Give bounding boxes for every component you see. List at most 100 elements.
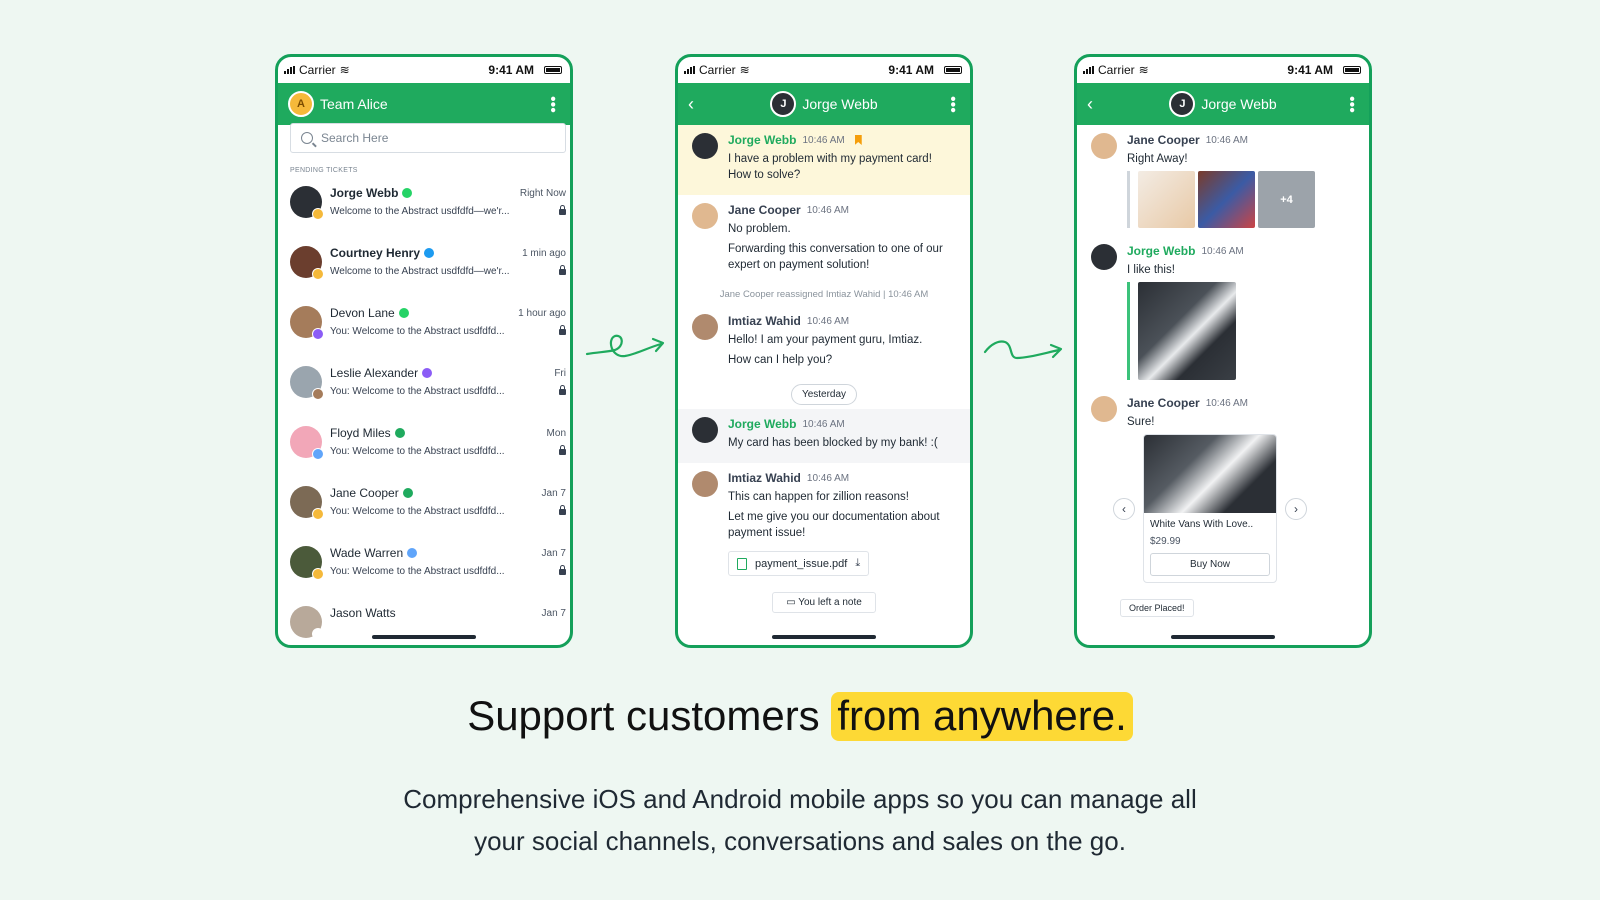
arrow-icon — [585, 334, 665, 358]
shared-image[interactable] — [1138, 282, 1236, 380]
avatar — [692, 314, 718, 340]
lock-icon — [559, 204, 566, 215]
channel-badge — [312, 448, 324, 460]
app-bar: ‹ J Jorge Webb ••• — [1077, 83, 1369, 125]
message-time: 10:46 AM — [1205, 397, 1248, 409]
conversation-preview: You: Welcome to the Abstract usdfdfd... — [330, 566, 505, 577]
signal-icon — [684, 66, 695, 74]
team-avatar[interactable]: A — [288, 91, 314, 117]
avatar — [290, 426, 324, 460]
avatar — [290, 546, 324, 580]
conversation-item[interactable]: Jane Cooper Jan 7 You: Welcome to the Abst… — [278, 480, 570, 540]
team-title[interactable]: Team Alice — [320, 96, 388, 112]
subtext: Comprehensive iOS and Android mobile app… — [403, 784, 1197, 856]
product-card[interactable]: White Vans With Love.. $29.99 Buy Now — [1143, 434, 1277, 583]
avatar — [1091, 133, 1117, 159]
contact-name[interactable]: Jorge Webb — [1201, 96, 1276, 112]
message-time: 10:46 AM — [1205, 134, 1248, 146]
chevron-right-icon[interactable]: › — [1285, 497, 1307, 520]
lock-icon — [559, 384, 566, 395]
conversation-item[interactable]: Jorge Webb Right Now Welcome to the Abstra… — [278, 180, 570, 240]
message[interactable]: Jane Cooper 10:46 AM No problem. Forwardi… — [678, 195, 970, 285]
more-icon[interactable]: ••• — [1343, 96, 1360, 113]
avatar — [692, 417, 718, 443]
avatar — [290, 246, 324, 280]
download-icon[interactable]: ⤓ — [855, 557, 860, 570]
message-time: 10:46 AM — [806, 472, 850, 484]
more-icon[interactable]: ••• — [544, 96, 561, 113]
message[interactable]: Imtiaz Wahid 10:46 AM Hello! I am your pa… — [678, 306, 970, 380]
more-images[interactable]: +4 — [1258, 171, 1315, 228]
product-image — [1144, 435, 1276, 513]
message-text: Right Away! — [1127, 153, 1188, 165]
channel-icon — [407, 548, 418, 558]
clock: 9:41 AM — [1287, 63, 1333, 77]
avatar — [1091, 244, 1117, 270]
search-placeholder: Search Here — [321, 131, 389, 145]
lock-icon — [559, 264, 566, 275]
buy-now-button[interactable]: Buy Now — [1150, 553, 1270, 576]
avatar — [290, 606, 324, 640]
contact-name: Floyd Miles — [330, 426, 391, 440]
contact-name[interactable]: Jorge Webb — [802, 96, 877, 112]
conversation-item[interactable]: Devon Lane 1 hour ago You: Welcome to the … — [278, 300, 570, 360]
conversation-preview: Welcome to the Abstract usdfdfd—we'r... — [330, 266, 510, 277]
search-input[interactable]: Search Here — [290, 123, 566, 153]
timestamp: Jan 7 — [541, 487, 566, 499]
more-icon[interactable]: ••• — [944, 96, 961, 113]
timestamp: Mon — [546, 427, 566, 439]
message[interactable]: Jorge Webb 10:46 AM I have a problem with… — [678, 125, 970, 195]
message[interactable]: Jane Cooper 10:46 AM Sure! ‹ White Vans W… — [1077, 388, 1369, 591]
clock: 9:41 AM — [488, 63, 534, 77]
order-placed-badge: Order Placed! — [1120, 599, 1194, 617]
image-thumbnail[interactable] — [1198, 171, 1255, 228]
message-text: I have a problem with my payment card! Ho… — [728, 153, 932, 181]
conversation-preview: You: Welcome to the Abstract usdfdfd... — [330, 506, 505, 517]
channel-badge — [312, 328, 324, 340]
carrier: Carrier — [299, 63, 336, 77]
message-text: This can happen for zillion reasons! — [728, 491, 909, 503]
sender-name: Jorge Webb — [1127, 244, 1196, 258]
message[interactable]: Jane Cooper 10:46 AM Right Away! +4 — [1077, 125, 1369, 236]
back-icon[interactable]: ‹ — [1087, 94, 1107, 115]
headline: Support customers from anywhere. — [0, 692, 1600, 741]
signal-icon — [284, 66, 295, 74]
message-text: Sure! — [1127, 416, 1155, 428]
contact-avatar[interactable]: J — [1169, 91, 1196, 117]
sender-name: Jorge Webb — [728, 417, 797, 431]
battery-icon — [1343, 66, 1361, 74]
conversation-item[interactable]: Leslie Alexander Fri You: Welcome to the A… — [278, 360, 570, 420]
lock-icon — [559, 444, 566, 455]
channel-icon — [402, 488, 413, 498]
avatar — [290, 486, 324, 520]
bookmark-icon[interactable] — [854, 135, 862, 145]
timestamp: 1 hour ago — [518, 307, 566, 319]
contact-name: Devon Lane — [330, 306, 395, 320]
message[interactable]: Imtiaz Wahid 10:46 AM This can happen for… — [678, 463, 970, 584]
message-time: 10:46 AM — [806, 315, 850, 327]
file-attachment[interactable]: payment_issue.pdf ⤓ — [728, 551, 870, 576]
back-icon[interactable]: ‹ — [688, 94, 708, 115]
signal-icon — [1083, 66, 1094, 74]
conversation-preview: You: Welcome to the Abstract usdfdfd... — [330, 386, 505, 397]
chevron-left-icon[interactable]: ‹ — [1113, 497, 1135, 520]
conversation-item[interactable]: Courtney Henry 1 min ago Welcome to the Ab… — [278, 240, 570, 300]
contact-name: Wade Warren — [330, 546, 404, 560]
home-indicator — [772, 635, 876, 639]
document-icon — [737, 557, 747, 570]
message[interactable]: Jorge Webb 10:46 AM I like this! — [1077, 236, 1369, 388]
conversation-item[interactable]: Floyd Miles Mon You: Welcome to the Abstra… — [278, 420, 570, 480]
conversation-item[interactable]: Jason Watts Jan 7 — [278, 600, 570, 645]
wifi-icon: ≋ — [1138, 63, 1149, 77]
conversation-item[interactable]: Wade Warren Jan 7 You: Welcome to the Abst… — [278, 540, 570, 600]
status-bar: Carrier ≋ 9:41 AM — [278, 57, 570, 83]
contact-avatar[interactable]: J — [770, 91, 797, 117]
file-name: payment_issue.pdf — [755, 557, 848, 570]
app-bar: ‹ J Jorge Webb ••• — [678, 83, 970, 125]
image-thumbnail[interactable] — [1138, 171, 1195, 228]
headline-highlight: from anywhere. — [831, 692, 1133, 741]
note-indicator[interactable]: ▭ You left a note — [772, 592, 876, 613]
message[interactable]: Jorge Webb 10:46 AM My card has been bloc… — [678, 409, 970, 463]
lock-icon — [559, 504, 566, 515]
channel-icon — [424, 248, 435, 258]
